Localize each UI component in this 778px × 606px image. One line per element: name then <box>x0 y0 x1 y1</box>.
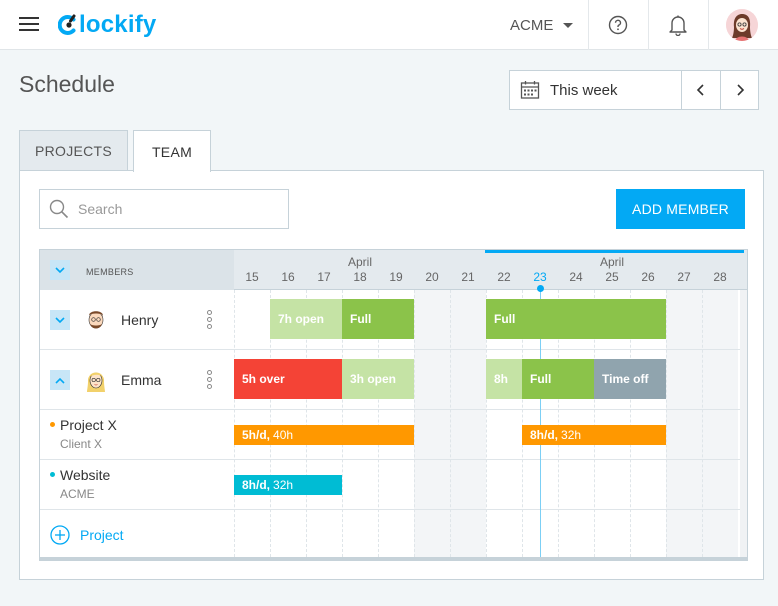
assignment-rate: 8h/d, <box>530 428 559 442</box>
day-label: 16 <box>281 270 295 284</box>
day-label: 20 <box>425 270 439 284</box>
day-label: 15 <box>245 270 259 284</box>
header-divider <box>708 0 709 50</box>
notification-bell-icon[interactable] <box>668 14 688 37</box>
assignment-bar[interactable]: 8h/d, 32h <box>522 425 666 445</box>
capacity-bar[interactable]: 5h over <box>234 359 342 399</box>
workspace-selector[interactable]: ACME <box>510 17 574 34</box>
chevron-down-icon <box>55 266 65 273</box>
chevron-down-icon <box>55 316 65 323</box>
collapse-member-button[interactable] <box>50 370 70 390</box>
day-label: 28 <box>713 270 727 284</box>
day-label: 22 <box>497 270 511 284</box>
capacity-bar[interactable]: Time off <box>594 359 666 399</box>
project-client: ACME <box>60 487 95 501</box>
current-week-indicator <box>485 250 744 253</box>
assignment-bar[interactable]: 5h/d, 40h <box>234 425 414 445</box>
add-project-button[interactable]: Project <box>50 525 124 545</box>
day-label: 27 <box>677 270 691 284</box>
chevron-up-icon <box>55 377 65 384</box>
avatar <box>81 365 111 395</box>
day-label: 25 <box>605 270 619 284</box>
day-label: 21 <box>461 270 475 284</box>
project-color-dot <box>50 422 55 427</box>
capacity-bar-label: 3h open <box>350 372 397 386</box>
date-range-selector[interactable]: This week <box>510 71 682 109</box>
capacity-bar[interactable]: 7h open <box>270 299 342 339</box>
avatar <box>81 305 111 335</box>
date-range-label: This week <box>550 81 618 99</box>
today-marker <box>537 285 544 292</box>
assignment-rate: 8h/d, <box>242 478 271 492</box>
caret-down-icon <box>563 23 574 28</box>
tab-projects[interactable]: PROJECTS <box>19 130 128 171</box>
user-avatar[interactable] <box>726 9 758 41</box>
search-box <box>39 189 289 229</box>
project-color-dot <box>50 472 55 477</box>
project-name[interactable]: Project X <box>60 417 117 433</box>
chevron-right-icon <box>736 84 744 96</box>
previous-week-button[interactable] <box>682 71 720 109</box>
help-icon[interactable] <box>608 15 628 35</box>
capacity-bar-label: 8h <box>494 372 509 386</box>
add-member-button[interactable]: ADD MEMBER <box>616 189 745 229</box>
page-title: Schedule <box>19 71 115 97</box>
schedule-grid: MEMBERS 15 16 17 18 19 20 21 22 23 24 25 26 27 28 Apri… <box>39 249 748 561</box>
capacity-bar-label: 5h over <box>242 372 285 386</box>
assignment-rate: 5h/d, <box>242 428 271 442</box>
logo-text: lockify <box>79 11 157 38</box>
month-label: April <box>348 255 373 269</box>
day-label: 26 <box>641 270 655 284</box>
member-options-icon[interactable] <box>207 310 213 330</box>
header-divider <box>648 0 649 50</box>
project-client: Client X <box>60 437 103 451</box>
horizontal-scrollbar-track[interactable] <box>740 290 747 557</box>
assignment-total: 40h <box>273 428 294 442</box>
collapse-all-button[interactable] <box>50 260 70 280</box>
clockify-logo-mark-icon <box>58 14 76 35</box>
header-divider <box>588 0 589 50</box>
horizontal-scrollbar[interactable] <box>40 557 747 560</box>
search-icon <box>49 199 69 219</box>
chevron-left-icon <box>696 84 704 96</box>
tab-team[interactable]: TEAM <box>133 130 211 172</box>
project-name[interactable]: Website <box>60 467 110 483</box>
clockify-logo[interactable]: lockify <box>58 10 156 40</box>
expand-member-button[interactable] <box>50 310 70 330</box>
top-bar: lockify ACME <box>0 0 778 50</box>
day-label: 23 <box>533 270 547 284</box>
capacity-bar[interactable]: 8h <box>486 359 522 399</box>
capacity-bar-label: Full <box>494 312 516 326</box>
add-project-label: Project <box>80 527 124 543</box>
capacity-bar[interactable]: Full <box>342 299 414 339</box>
member-options-icon[interactable] <box>207 370 213 390</box>
day-label: 19 <box>389 270 403 284</box>
assignment-total: 32h <box>273 478 294 492</box>
day-label: 24 <box>569 270 583 284</box>
grid-header: MEMBERS 15 16 17 18 19 20 21 22 23 24 25 26 27 28 Apri… <box>40 250 747 290</box>
members-header-label: MEMBERS <box>86 267 134 277</box>
month-label: April <box>600 255 625 269</box>
capacity-bar-label: Full <box>350 312 372 326</box>
capacity-bar[interactable]: Full <box>522 359 594 399</box>
day-label: 17 <box>317 270 331 284</box>
hamburger-menu-icon[interactable] <box>19 17 39 33</box>
capacity-bar[interactable]: Full <box>486 299 666 339</box>
capacity-bar-label: Time off <box>602 372 649 386</box>
date-range-picker: This week <box>509 70 759 110</box>
capacity-bar[interactable]: 3h open <box>342 359 414 399</box>
workspace-name: ACME <box>510 17 554 34</box>
search-input[interactable] <box>78 201 278 217</box>
project-row-website <box>40 460 747 510</box>
assignment-total: 32h <box>561 428 582 442</box>
day-label: 18 <box>353 270 367 284</box>
member-name: Emma <box>121 372 162 388</box>
calendar-icon <box>520 81 540 99</box>
next-week-button[interactable] <box>720 71 758 109</box>
assignment-bar[interactable]: 8h/d, 32h <box>234 475 342 495</box>
capacity-bar-label: 7h open <box>278 312 325 326</box>
member-name: Henry <box>121 312 159 328</box>
capacity-bar-label: Full <box>530 372 552 386</box>
plus-circle-icon <box>50 525 70 545</box>
